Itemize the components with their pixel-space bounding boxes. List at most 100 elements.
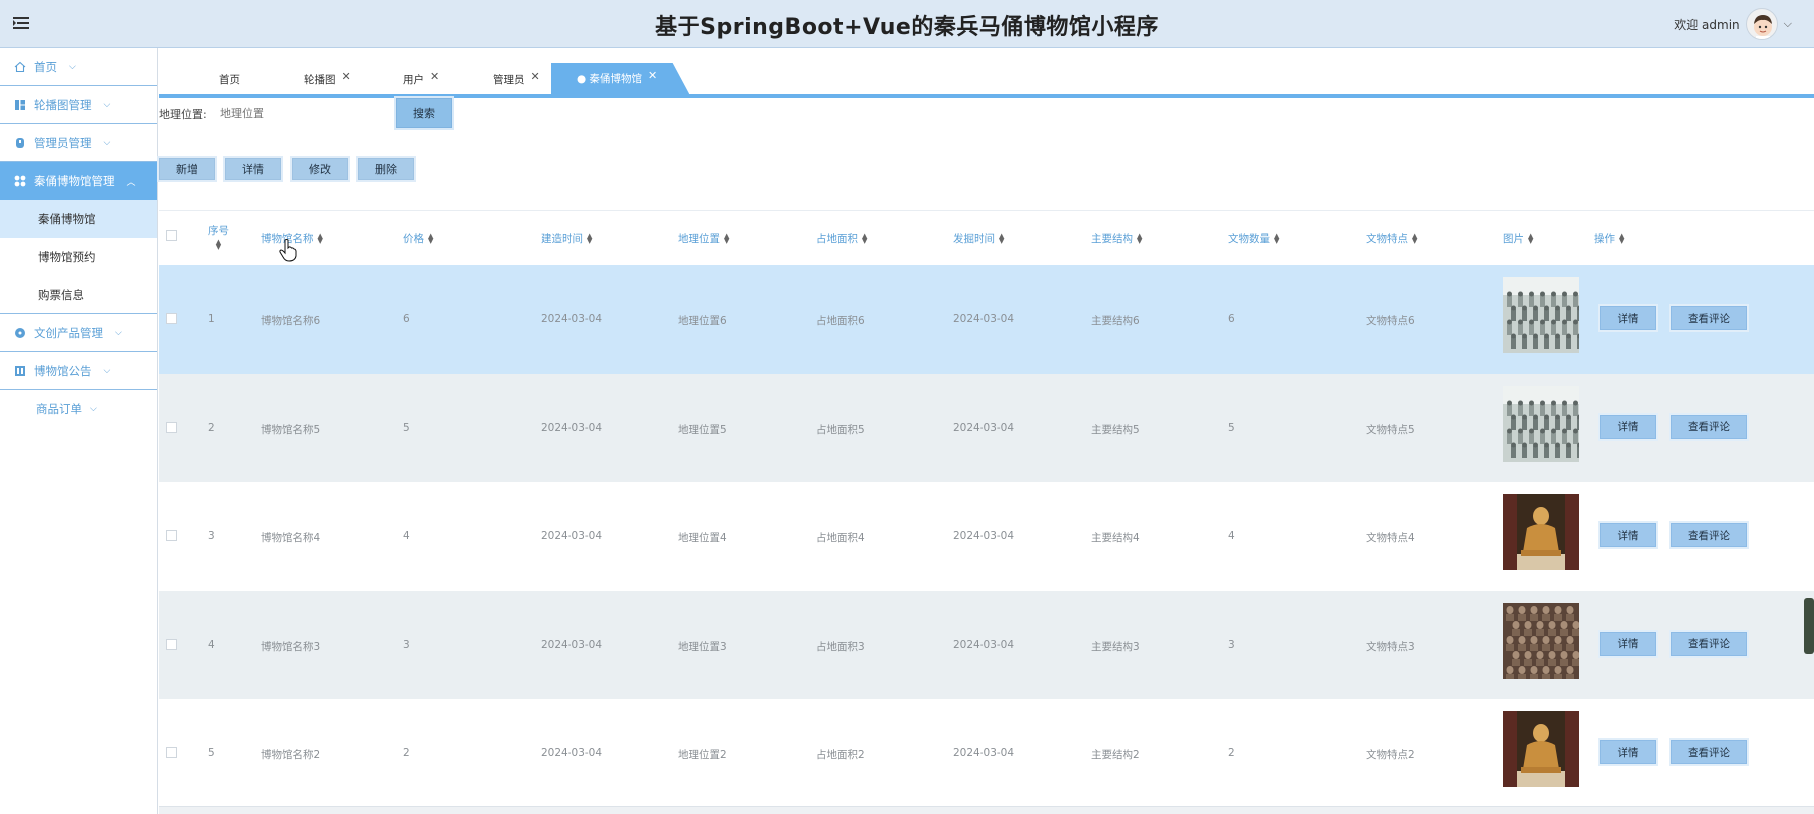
museum-grid-icon	[14, 175, 26, 187]
row-detail-button[interactable]: 详情	[1600, 740, 1656, 764]
row-detail-button[interactable]: 详情	[1600, 306, 1656, 330]
row-detail-button[interactable]: 详情	[1600, 523, 1656, 547]
column-header-excavated[interactable]: 发掘时间 ▲ ▼	[953, 231, 1004, 246]
sort-icon[interactable]: ▲ ▼	[999, 232, 1004, 244]
row-checkbox[interactable]	[166, 747, 177, 758]
close-icon[interactable]: ✕	[342, 70, 351, 83]
sidebar-item-admin[interactable]: 管理员管理 ⌵	[0, 124, 157, 162]
cell-structure: 主要结构2	[1091, 749, 1140, 761]
search-input[interactable]	[220, 100, 390, 126]
sidebar-item-notice[interactable]: 博物馆公告 ⌵	[0, 352, 157, 390]
column-header-index[interactable]: 序号 ▲ ▼	[208, 223, 229, 251]
select-all-checkbox[interactable]	[166, 230, 177, 241]
sidebar-item-products[interactable]: 文创产品管理 ⌵	[0, 314, 157, 352]
avatar[interactable]	[1745, 8, 1778, 40]
tab-users[interactable]: 用户 ✕	[403, 64, 439, 94]
column-header-actions[interactable]: 操作 ▲ ▼	[1594, 231, 1624, 246]
sidebar-item-orders[interactable]: 商品订单 ⌵	[0, 390, 157, 428]
sort-icon[interactable]: ▲ ▼	[862, 232, 867, 244]
column-header-feature[interactable]: 文物特点 ▲ ▼	[1366, 231, 1417, 246]
column-header-area[interactable]: 占地面积 ▲ ▼	[816, 231, 867, 246]
sidebar-item-carousel[interactable]: 轮播图管理 ⌵	[0, 86, 157, 124]
table-row[interactable]: 2 博物馆名称5 5 2024-03-04 地理位置5 占地面积5 2024-03-04 主要…	[159, 373, 1814, 482]
sidebar-item-label: 文创产品管理	[34, 325, 103, 340]
sidebar-subitem-museum[interactable]: 秦俑博物馆	[0, 200, 157, 238]
table-row[interactable]: 4 博物馆名称3 3 2024-03-04 地理位置3 占地面积3 2024-03-04 主要…	[159, 590, 1814, 699]
sort-icon[interactable]: ▲ ▼	[1274, 232, 1279, 244]
view-reviews-button[interactable]: 查看评论	[1671, 306, 1747, 330]
sort-icon[interactable]: ▲ ▼	[1528, 232, 1533, 244]
detail-button[interactable]: 详情	[225, 158, 281, 180]
chevron-up-icon: ︿	[126, 177, 136, 188]
sort-icon[interactable]: ▲ ▼	[428, 232, 433, 244]
museum-image[interactable]	[1503, 711, 1579, 787]
scroll-handle[interactable]	[1804, 598, 1814, 654]
table-body: 1 博物馆名称6 6 2024-03-04 地理位置6 占地面积6 2024-03-04 主要…	[159, 265, 1814, 804]
column-header-price[interactable]: 价格 ▲ ▼	[403, 231, 433, 246]
close-icon[interactable]: ✕	[648, 69, 657, 82]
column-header-count[interactable]: 文物数量 ▲ ▼	[1228, 231, 1279, 246]
close-icon[interactable]: ✕	[531, 70, 540, 83]
home-icon	[14, 61, 26, 72]
sort-icon[interactable]: ▲ ▼	[1137, 232, 1142, 244]
sidebar-subitem-reservation[interactable]: 博物馆预约	[0, 238, 157, 276]
column-header-label: 文物特点	[1366, 233, 1408, 245]
tab-museum[interactable]: ● 秦俑博物馆 ✕	[551, 63, 690, 94]
column-header-location[interactable]: 地理位置 ▲ ▼	[678, 231, 729, 246]
sort-icon[interactable]: ▲ ▼	[318, 232, 323, 244]
tab-carousel[interactable]: 轮播图 ✕	[304, 64, 351, 94]
cell-structure: 主要结构5	[1091, 423, 1140, 436]
view-reviews-button[interactable]: 查看评论	[1671, 631, 1747, 656]
row-checkbox[interactable]	[166, 421, 177, 433]
sort-icon[interactable]: ▲ ▼	[1412, 232, 1417, 244]
cell-structure: 主要结构4	[1091, 532, 1140, 544]
delete-button[interactable]: 删除	[358, 158, 414, 180]
tab-label: 用户	[403, 73, 424, 86]
sidebar-item-museum[interactable]: 秦俑博物馆管理 ︿	[0, 162, 157, 200]
museum-image[interactable]	[1503, 385, 1579, 462]
table-row[interactable]: 3 博物馆名称4 4 2024-03-04 地理位置4 占地面积4 2024-03-04 主要…	[159, 482, 1814, 591]
cell-index: 4	[208, 638, 215, 651]
table-row[interactable]: 5 博物馆名称2 2 2024-03-04 地理位置2 占地面积2 2024-03-04 主要…	[159, 699, 1814, 804]
carousel-icon	[15, 99, 25, 110]
row-checkbox[interactable]	[166, 530, 177, 541]
row-checkbox[interactable]	[166, 313, 177, 324]
sort-icon[interactable]: ▲ ▼	[1619, 232, 1624, 244]
view-reviews-button[interactable]: 查看评论	[1671, 414, 1747, 439]
row-detail-button[interactable]: 详情	[1600, 414, 1656, 439]
cell-feature: 文物特点4	[1366, 532, 1415, 544]
column-header-image[interactable]: 图片 ▲ ▼	[1503, 231, 1533, 246]
column-header-name[interactable]: 博物馆名称 ▲ ▼	[261, 231, 323, 246]
cell-area: 占地面积2	[816, 749, 865, 761]
product-icon	[15, 327, 25, 338]
sort-icon[interactable]: ▲ ▼	[587, 232, 592, 244]
tab-admins[interactable]: 管理员 ✕	[493, 64, 540, 94]
sort-icon[interactable]: ▲ ▼	[724, 232, 729, 244]
sidebar-item-home[interactable]: 首页 ⌵	[0, 48, 157, 86]
museum-image[interactable]	[1503, 602, 1579, 679]
admin-icon	[16, 137, 24, 148]
add-button[interactable]: 新增	[159, 158, 215, 180]
cell-area: 占地面积4	[816, 532, 865, 544]
close-icon[interactable]: ✕	[430, 70, 439, 83]
search-button[interactable]: 搜索	[396, 98, 452, 128]
museum-image[interactable]	[1503, 494, 1579, 570]
chevron-down-icon[interactable]: ⌵	[1784, 17, 1792, 31]
user-menu[interactable]: 欢迎 admin ⌵	[1674, 6, 1792, 42]
tab-home[interactable]: 首页	[219, 64, 240, 94]
sort-icon[interactable]: ▲ ▼	[216, 239, 221, 251]
cell-feature: 文物特点2	[1366, 749, 1415, 761]
row-checkbox[interactable]	[166, 638, 177, 650]
museum-image[interactable]	[1503, 277, 1579, 353]
column-header-built[interactable]: 建造时间 ▲ ▼	[541, 231, 592, 246]
view-reviews-button[interactable]: 查看评论	[1671, 740, 1747, 764]
sidebar-subitem-tickets[interactable]: 购票信息	[0, 276, 157, 314]
cell-count: 3	[1228, 638, 1235, 651]
horizontal-scrollbar[interactable]	[159, 806, 1814, 814]
column-header-structure[interactable]: 主要结构 ▲ ▼	[1091, 231, 1142, 246]
edit-button[interactable]: 修改	[292, 158, 348, 180]
table-row[interactable]: 1 博物馆名称6 6 2024-03-04 地理位置6 占地面积6 2024-03-04 主要…	[159, 265, 1814, 374]
row-detail-button[interactable]: 详情	[1600, 631, 1656, 656]
view-reviews-button[interactable]: 查看评论	[1671, 523, 1747, 547]
sidebar: 首页 ⌵ 轮播图管理 ⌵ 管理员管理 ⌵ 秦俑博物馆管理 ︿ 秦俑博物馆 博物馆…	[0, 48, 158, 814]
